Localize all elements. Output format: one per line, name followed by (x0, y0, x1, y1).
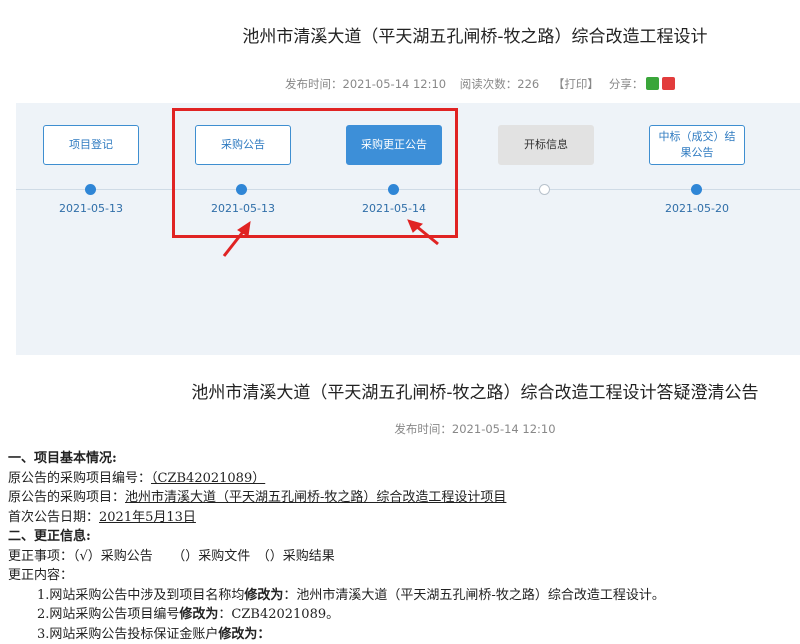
timeline-dot-empty (539, 184, 550, 195)
step-date: 2021-05-13 (31, 202, 151, 215)
section-heading: 一、项目基本情况: (8, 449, 800, 469)
timeline-dot (691, 184, 702, 195)
change-item: 1.网站采购公告中涉及到项目名称均修改为：池州市清溪大道（平天湖五孔闸桥-牧之路… (8, 586, 800, 606)
page-title: 池州市清溪大道（平天湖五孔闸桥-牧之路）综合改造工程设计 (0, 22, 800, 47)
arrow-icon (408, 220, 438, 244)
notice-publish-time: 发布时间：2021-05-14 12:10 (0, 421, 800, 437)
arrow-icon (224, 222, 250, 256)
step-date: 2021-05-20 (637, 202, 757, 215)
article-meta: 发布时间：2021-05-14 12:10 阅读次数：226 【打印】分享： (285, 76, 675, 92)
read-count: 阅读次数：226 (460, 77, 539, 91)
first-date-line: 首次公告日期：2021年5月13日 (8, 508, 800, 528)
original-number-line: 原公告的采购项目编号：（CZB42021089） (8, 469, 800, 489)
publish-time: 发布时间：2021-05-14 12:10 (285, 77, 446, 91)
step-bid-opening[interactable]: 开标信息 (498, 125, 594, 165)
change-content-label: 更正内容： (8, 566, 800, 586)
annotation-arrows (210, 218, 470, 263)
wechat-icon[interactable] (646, 77, 659, 90)
share-label: 分享： (609, 77, 644, 91)
notice-title: 池州市清溪大道（平天湖五孔闸桥-牧之路）综合改造工程设计答疑澄清公告 (0, 378, 800, 403)
step-award-result[interactable]: 中标（成交）结果公告 (649, 125, 745, 165)
timeline-dot (85, 184, 96, 195)
print-link[interactable]: 【打印】 (553, 77, 599, 91)
original-number: （CZB42021089） (151, 471, 265, 486)
change-item: 2.网站采购公告项目编号修改为：CZB42021089。 (8, 605, 800, 625)
original-project: 池州市清溪大道（平天湖五孔闸桥-牧之路）综合改造工程设计项目 (125, 490, 506, 505)
section-heading: 二、更正信息: (8, 527, 800, 547)
change-item: 3.网站采购公告投标保证金账户修改为： (8, 625, 800, 644)
notice-body: 一、项目基本情况: 原公告的采购项目编号：（CZB42021089） 原公告的采… (8, 449, 800, 644)
original-project-line: 原公告的采购项目：池州市清溪大道（平天湖五孔闸桥-牧之路）综合改造工程设计项目 (8, 488, 800, 508)
step-project-registration[interactable]: 项目登记 (43, 125, 139, 165)
first-date: 2021年5月13日 (99, 510, 196, 525)
change-items: 更正事项：（√）采购公告 （）采购文件 （）采购结果 (8, 547, 800, 567)
weibo-icon[interactable] (662, 77, 675, 90)
